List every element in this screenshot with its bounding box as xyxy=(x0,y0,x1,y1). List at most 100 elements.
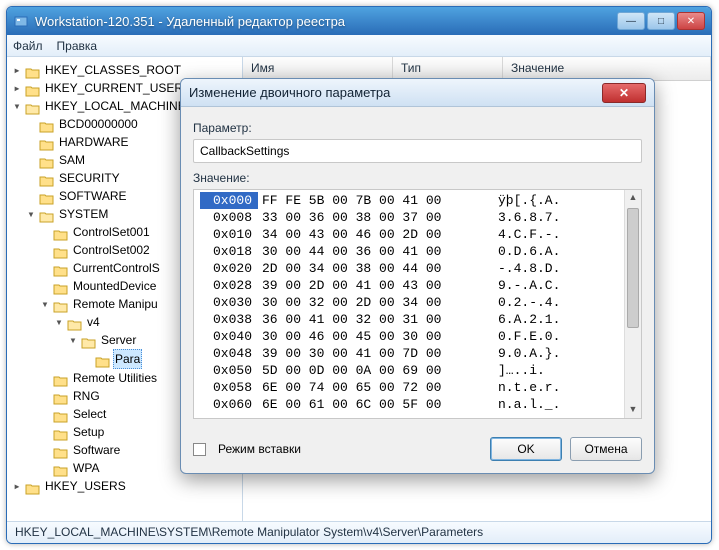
hex-ascii[interactable]: n.t.e.r. xyxy=(488,379,560,396)
col-value[interactable]: Значение xyxy=(503,57,711,80)
scroll-up-icon[interactable]: ▲ xyxy=(628,192,638,204)
hex-row[interactable]: 0x01034 00 43 00 46 00 2D 004.C.F.-. xyxy=(200,226,618,243)
hex-bytes[interactable]: 2D 00 34 00 38 00 44 00 xyxy=(258,260,488,277)
hex-editor[interactable]: 0x000FF FE 5B 00 7B 00 41 00ÿþ[.{.A.0x00… xyxy=(193,189,642,419)
tree-item-label: Setup xyxy=(71,423,106,441)
hex-row[interactable]: 0x03836 00 41 00 32 00 31 006.A.2.1. xyxy=(200,311,618,328)
hex-ascii[interactable]: 9.-.A.C. xyxy=(488,277,560,294)
tree-item-label: SYSTEM xyxy=(57,205,110,223)
hex-row[interactable]: 0x04030 00 46 00 45 00 30 000.F.E.0. xyxy=(200,328,618,345)
hex-row[interactable]: 0x0586E 00 74 00 65 00 72 00n.t.e.r. xyxy=(200,379,618,396)
folder-icon xyxy=(39,171,55,185)
hex-ascii[interactable]: 0.D.6.A. xyxy=(488,243,560,260)
hex-ascii[interactable]: ]…..i. xyxy=(488,362,545,379)
scroll-thumb[interactable] xyxy=(627,208,639,328)
tree-twisty-icon[interactable]: ▸ xyxy=(11,477,23,495)
hex-bytes[interactable]: 33 00 36 00 38 00 37 00 xyxy=(258,209,488,226)
hex-ascii[interactable]: 0.2.-.4. xyxy=(488,294,560,311)
hex-ascii[interactable]: 9.0.A.}. xyxy=(488,345,560,362)
hex-offset: 0x040 xyxy=(200,328,258,345)
statusbar: HKEY_LOCAL_MACHINE\SYSTEM\Remote Manipul… xyxy=(7,521,711,543)
insert-mode-label[interactable]: Режим вставки xyxy=(218,442,301,456)
hex-row[interactable]: 0x000FF FE 5B 00 7B 00 41 00ÿþ[.{.A. xyxy=(200,192,618,209)
menu-edit[interactable]: Правка xyxy=(57,39,98,53)
hex-bytes[interactable]: 39 00 30 00 41 00 7D 00 xyxy=(258,345,488,362)
tree-item[interactable]: ▸ HKEY_CLASSES_ROOT xyxy=(11,61,240,79)
hex-ascii[interactable]: 4.C.F.-. xyxy=(488,226,560,243)
folder-icon xyxy=(25,63,41,77)
tree-twisty-icon[interactable]: ▾ xyxy=(53,313,65,331)
hex-row[interactable]: 0x0606E 00 61 00 6C 00 5F 00n.a.l._. xyxy=(200,396,618,413)
hex-ascii[interactable]: 6.A.2.1. xyxy=(488,311,560,328)
cancel-button[interactable]: Отмена xyxy=(570,437,642,461)
tree-item-label: SECURITY xyxy=(57,169,122,187)
ok-button[interactable]: OK xyxy=(490,437,562,461)
tree-item-label: Remote Utilities xyxy=(71,369,159,387)
hex-bytes[interactable]: 30 00 32 00 2D 00 34 00 xyxy=(258,294,488,311)
param-name-field[interactable]: CallbackSettings xyxy=(193,139,642,163)
hex-bytes[interactable]: 6E 00 74 00 65 00 72 00 xyxy=(258,379,488,396)
window-title: Workstation-120.351 - Удаленный редактор… xyxy=(35,14,617,29)
tree-item-label: HARDWARE xyxy=(57,133,131,151)
hex-ascii[interactable]: n.a.l._. xyxy=(488,396,560,413)
tree-twisty-icon[interactable]: ▸ xyxy=(11,61,23,79)
hex-bytes[interactable]: 36 00 41 00 32 00 31 00 xyxy=(258,311,488,328)
tree-item-label: CurrentControlS xyxy=(71,259,162,277)
tree-twisty-icon[interactable]: ▾ xyxy=(67,331,79,349)
tree-item-label: BCD00000000 xyxy=(57,115,140,133)
hex-ascii[interactable]: 0.F.E.0. xyxy=(488,328,560,345)
hex-row[interactable]: 0x03030 00 32 00 2D 00 34 000.2.-.4. xyxy=(200,294,618,311)
tree-item-label: SOFTWARE xyxy=(57,187,129,205)
hex-bytes[interactable]: 30 00 44 00 36 00 41 00 xyxy=(258,243,488,260)
hex-row[interactable]: 0x0202D 00 34 00 38 00 44 00-.4.8.D. xyxy=(200,260,618,277)
col-name[interactable]: Имя xyxy=(243,57,393,80)
col-type[interactable]: Тип xyxy=(393,57,503,80)
hex-offset: 0x020 xyxy=(200,260,258,277)
hex-row[interactable]: 0x00833 00 36 00 38 00 37 003.6.8.7. xyxy=(200,209,618,226)
tree-item-label: Server xyxy=(99,331,138,349)
tree-item[interactable]: ▸HKEY_USERS xyxy=(11,477,240,495)
tree-item-label: HKEY_CURRENT_USER xyxy=(43,79,185,97)
hex-offset: 0x030 xyxy=(200,294,258,311)
tree-twisty-icon[interactable]: ▾ xyxy=(11,97,23,115)
hex-row[interactable]: 0x0505D 00 0D 00 0A 00 69 00]…..i. xyxy=(200,362,618,379)
scroll-down-icon[interactable]: ▼ xyxy=(628,404,638,416)
tree-item-label: HKEY_CLASSES_ROOT xyxy=(43,61,183,79)
hex-ascii[interactable]: -.4.8.D. xyxy=(488,260,560,277)
folder-icon xyxy=(81,333,97,347)
tree-twisty-icon[interactable]: ▾ xyxy=(39,295,51,313)
hex-offset: 0x010 xyxy=(200,226,258,243)
maximize-button[interactable]: □ xyxy=(647,12,675,30)
hex-row[interactable]: 0x01830 00 44 00 36 00 41 000.D.6.A. xyxy=(200,243,618,260)
tree-item-label: ControlSet002 xyxy=(71,241,152,259)
hex-bytes[interactable]: 6E 00 61 00 6C 00 5F 00 xyxy=(258,396,488,413)
tree-twisty-icon[interactable]: ▾ xyxy=(25,205,37,223)
hex-bytes[interactable]: FF FE 5B 00 7B 00 41 00 xyxy=(258,192,488,209)
folder-icon xyxy=(25,99,41,113)
folder-icon xyxy=(53,371,69,385)
menu-file[interactable]: Файл xyxy=(13,39,43,53)
edit-binary-dialog: Изменение двоичного параметра ✕ Параметр… xyxy=(180,78,655,474)
folder-icon xyxy=(53,225,69,239)
hex-scrollbar[interactable]: ▲ ▼ xyxy=(624,190,641,418)
hex-row[interactable]: 0x02839 00 2D 00 41 00 43 009.-.A.C. xyxy=(200,277,618,294)
close-button[interactable]: ✕ xyxy=(677,12,705,30)
dialog-titlebar[interactable]: Изменение двоичного параметра ✕ xyxy=(181,79,654,107)
folder-icon xyxy=(53,279,69,293)
hex-bytes[interactable]: 5D 00 0D 00 0A 00 69 00 xyxy=(258,362,488,379)
hex-row[interactable]: 0x04839 00 30 00 41 00 7D 009.0.A.}. xyxy=(200,345,618,362)
hex-bytes[interactable]: 30 00 46 00 45 00 30 00 xyxy=(258,328,488,345)
hex-offset: 0x058 xyxy=(200,379,258,396)
dialog-close-button[interactable]: ✕ xyxy=(602,83,646,103)
hex-bytes[interactable]: 39 00 2D 00 41 00 43 00 xyxy=(258,277,488,294)
hex-ascii[interactable]: ÿþ[.{.A. xyxy=(488,192,560,209)
param-label: Параметр: xyxy=(193,121,642,135)
minimize-button[interactable]: — xyxy=(617,12,645,30)
hex-ascii[interactable]: 3.6.8.7. xyxy=(488,209,560,226)
titlebar[interactable]: Workstation-120.351 - Удаленный редактор… xyxy=(7,7,711,35)
tree-item-label: v4 xyxy=(85,313,102,331)
insert-mode-checkbox[interactable] xyxy=(193,443,206,456)
hex-bytes[interactable]: 34 00 43 00 46 00 2D 00 xyxy=(258,226,488,243)
tree-twisty-icon[interactable]: ▸ xyxy=(11,79,23,97)
folder-icon xyxy=(53,297,69,311)
